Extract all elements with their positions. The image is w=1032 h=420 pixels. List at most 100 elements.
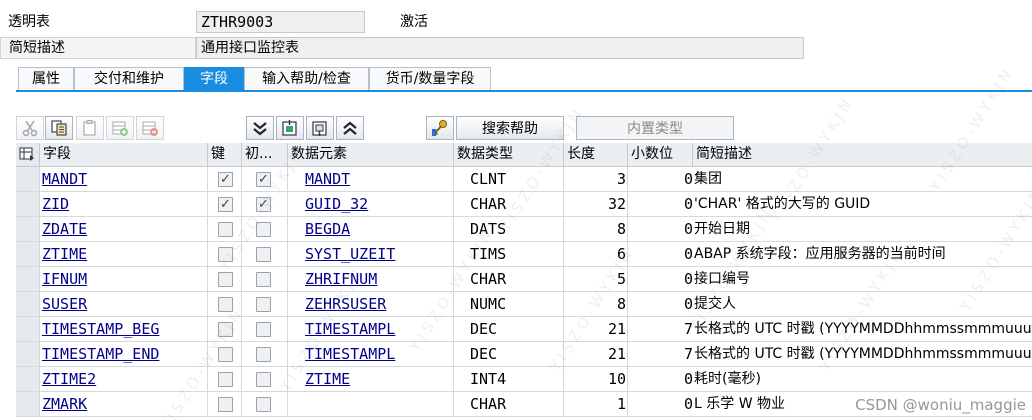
length-cell[interactable]: 21 (564, 342, 628, 366)
field-name-cell[interactable]: ZMARK (40, 392, 208, 416)
initial-values-checkbox[interactable] (256, 297, 271, 312)
length-cell[interactable]: 6 (564, 242, 628, 266)
builtin-type-button[interactable]: 内置类型 (576, 116, 734, 140)
length-cell[interactable]: 10 (564, 367, 628, 391)
column-header-field[interactable]: 字段 (40, 143, 208, 166)
data-type-cell[interactable]: CHAR (454, 392, 564, 416)
field-name-cell[interactable]: ZTIME (40, 242, 208, 266)
decimals-cell[interactable]: 0 (628, 392, 693, 416)
row-selector[interactable] (16, 317, 40, 341)
column-header-decimals[interactable]: 小数位 (628, 143, 693, 166)
collapse-button[interactable] (246, 116, 274, 140)
column-config-button[interactable] (16, 143, 40, 166)
initial-values-checkbox[interactable] (256, 322, 271, 337)
initial-values-checkbox[interactable] (256, 222, 271, 237)
decimals-cell[interactable]: 0 (628, 267, 693, 291)
column-header-length[interactable]: 长度 (564, 143, 628, 166)
key-checkbox[interactable] (218, 222, 233, 237)
row-selector[interactable] (16, 167, 40, 191)
key-checkbox[interactable] (218, 347, 233, 362)
field-name-cell[interactable]: ZTIME2 (40, 367, 208, 391)
decimals-cell[interactable]: 0 (628, 192, 693, 216)
key-checkbox[interactable]: ✓ (218, 172, 233, 187)
table-row[interactable]: TIMESTAMP_END TIMESTAMPL DEC 21 7 长格式的 U… (16, 342, 1032, 367)
decimals-cell[interactable]: 0 (628, 217, 693, 241)
initial-values-checkbox[interactable] (256, 397, 271, 412)
insert-structure-button[interactable] (276, 116, 304, 140)
data-type-cell[interactable]: INT4 (454, 367, 564, 391)
initial-values-checkbox[interactable] (256, 372, 271, 387)
key-checkbox[interactable] (218, 372, 233, 387)
row-selector[interactable] (16, 217, 40, 241)
table-row[interactable]: ZID ✓ ✓ GUID_32 CHAR 32 0 'CHAR' 格式的大写的 … (16, 192, 1032, 217)
table-row[interactable]: TIMESTAMP_BEG TIMESTAMPL DEC 21 7 长格式的 U… (16, 317, 1032, 342)
length-cell[interactable]: 21 (564, 317, 628, 341)
table-row[interactable]: ZTIME SYST_UZEIT TIMS 6 0 ABAP 系统字段：应用服务… (16, 242, 1032, 267)
initial-values-checkbox[interactable]: ✓ (256, 172, 271, 187)
initial-values-checkbox[interactable] (256, 347, 271, 362)
cut-button[interactable] (16, 116, 44, 140)
table-row[interactable]: ZDATE BEGDA DATS 8 0 开始日期 (16, 217, 1032, 242)
decimals-cell[interactable]: 0 (628, 367, 693, 391)
row-selector[interactable] (16, 342, 40, 366)
field-name-cell[interactable]: IFNUM (40, 267, 208, 291)
data-type-cell[interactable]: CHAR (454, 267, 564, 291)
column-header-initial[interactable]: 初... (242, 143, 288, 166)
decimals-cell[interactable]: 0 (628, 242, 693, 266)
table-row[interactable]: SUSER ZEHRSUSER NUMC 8 0 提交人 (16, 292, 1032, 317)
key-checkbox[interactable] (218, 297, 233, 312)
data-type-cell[interactable]: NUMC (454, 292, 564, 316)
row-selector[interactable] (16, 392, 40, 416)
delete-row-button[interactable] (136, 116, 164, 140)
key-checkbox[interactable] (218, 322, 233, 337)
search-help-button[interactable]: 搜索帮助 (456, 116, 564, 140)
tab-attributes[interactable]: 属性 (18, 67, 74, 91)
field-name-cell[interactable]: TIMESTAMP_END (40, 342, 208, 366)
data-type-cell[interactable]: DEC (454, 342, 564, 366)
length-cell[interactable]: 8 (564, 292, 628, 316)
key-checkbox[interactable] (218, 247, 233, 262)
field-name-cell[interactable]: ZID (40, 192, 208, 216)
search-help-key-button[interactable] (426, 116, 454, 140)
data-element-cell[interactable]: ZTIME (288, 367, 454, 391)
field-name-cell[interactable]: ZDATE (40, 217, 208, 241)
column-header-key[interactable]: 键 (208, 143, 242, 166)
data-type-cell[interactable]: DATS (454, 217, 564, 241)
append-structure-button[interactable] (306, 116, 334, 140)
field-name-cell[interactable]: SUSER (40, 292, 208, 316)
decimals-cell[interactable]: 0 (628, 292, 693, 316)
data-element-cell[interactable]: TIMESTAMPL (288, 342, 454, 366)
data-element-cell[interactable]: ZEHRSUSER (288, 292, 454, 316)
data-element-cell[interactable] (288, 392, 454, 416)
table-row[interactable]: MANDT ✓ ✓ MANDT CLNT 3 0 集团 (16, 167, 1032, 192)
key-checkbox[interactable] (218, 397, 233, 412)
data-element-cell[interactable]: MANDT (288, 167, 454, 191)
table-row[interactable]: ZTIME2 ZTIME INT4 10 0 耗时(毫秒) (16, 367, 1032, 392)
row-selector[interactable] (16, 242, 40, 266)
data-type-cell[interactable]: DEC (454, 317, 564, 341)
tab-delivery-maintenance[interactable]: 交付和维护 (74, 67, 184, 91)
data-element-cell[interactable]: BEGDA (288, 217, 454, 241)
tab-currency-quantity-fields[interactable]: 货币/数量字段 (369, 67, 491, 91)
paste-button[interactable] (76, 116, 104, 140)
column-header-data-element[interactable]: 数据元素 (288, 143, 454, 166)
table-row[interactable]: IFNUM ZHRIFNUM CHAR 5 0 接口编号 (16, 267, 1032, 292)
tab-fields[interactable]: 字段 (184, 67, 244, 91)
expand-button[interactable] (336, 116, 364, 140)
column-header-data-type[interactable]: 数据类型 (454, 143, 564, 166)
length-cell[interactable]: 3 (564, 167, 628, 191)
column-header-short-desc[interactable]: 简短描述 (693, 143, 1032, 166)
initial-values-checkbox[interactable]: ✓ (256, 197, 271, 212)
data-element-cell[interactable]: GUID_32 (288, 192, 454, 216)
table-name-field[interactable]: ZTHR9003 (196, 11, 365, 33)
row-selector[interactable] (16, 367, 40, 391)
length-cell[interactable]: 32 (564, 192, 628, 216)
field-name-cell[interactable]: TIMESTAMP_BEG (40, 317, 208, 341)
short-desc-field[interactable]: 通用接口监控表 (196, 37, 804, 59)
insert-row-button[interactable] (106, 116, 134, 140)
key-checkbox[interactable] (218, 272, 233, 287)
row-selector[interactable] (16, 292, 40, 316)
copy-button[interactable] (45, 116, 73, 140)
decimals-cell[interactable]: 7 (628, 342, 693, 366)
data-element-cell[interactable]: TIMESTAMPL (288, 317, 454, 341)
